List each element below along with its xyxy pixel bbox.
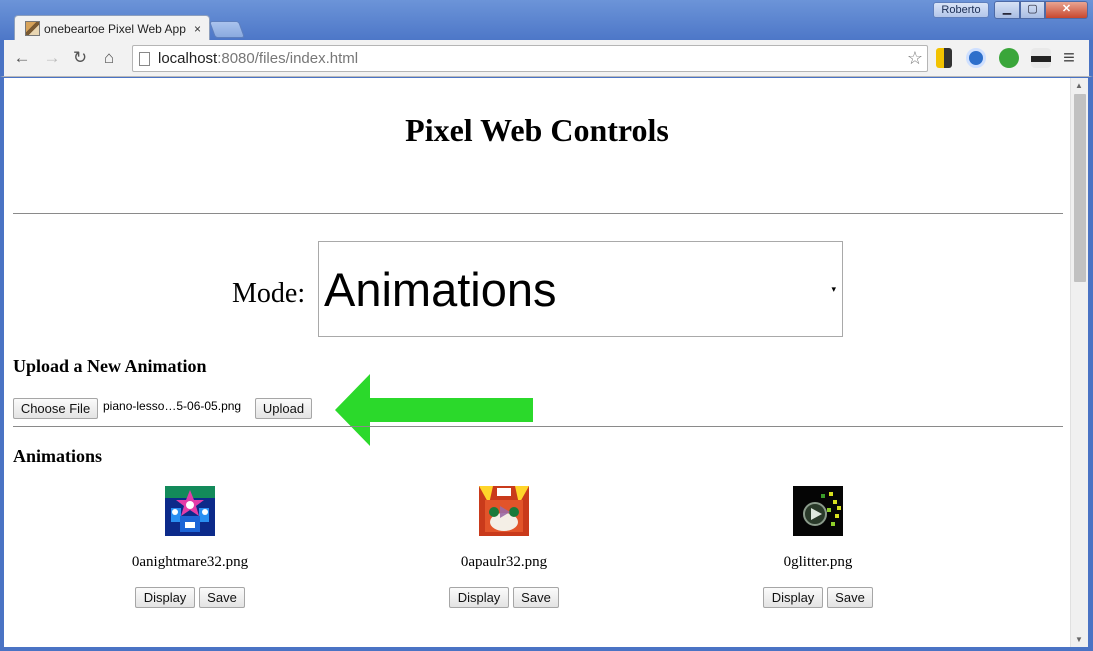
- animation-thumbnail[interactable]: [793, 486, 843, 536]
- pointer-arrow-icon: [335, 374, 533, 446]
- browser-tab[interactable]: onebeartoe Pixel Web App ×: [14, 15, 210, 41]
- page-title: Pixel Web Controls: [405, 112, 669, 148]
- animation-card: 0glitter.png Display Save: [653, 486, 983, 616]
- upload-heading: Upload a New Animation: [13, 356, 207, 376]
- close-window-button[interactable]: ✕: [1045, 1, 1088, 19]
- user-profile-badge[interactable]: Roberto: [933, 2, 989, 18]
- page-icon: [139, 51, 150, 66]
- url-host: localhost: [158, 50, 218, 67]
- menu-icon[interactable]: ≡: [1059, 48, 1079, 68]
- mode-select[interactable]: Animations ▾: [318, 241, 843, 337]
- back-button[interactable]: ←: [12, 48, 32, 68]
- divider: [13, 426, 1063, 427]
- incognito-extension-icon[interactable]: [1031, 48, 1051, 68]
- bookmark-star-icon[interactable]: ☆: [907, 48, 923, 69]
- forward-button[interactable]: →: [42, 48, 62, 68]
- maximize-button[interactable]: ▢: [1020, 1, 1045, 19]
- animation-file-name: 0apaulr32.png: [460, 554, 548, 570]
- tab-title: onebeartoe Pixel Web App: [44, 21, 186, 36]
- upload-button[interactable]: Upload: [255, 398, 312, 419]
- animation-card: 0apaulr32.png Display Save: [339, 486, 669, 616]
- window-frame-bottom: [0, 647, 1093, 651]
- scroll-down-icon[interactable]: ▼: [1075, 635, 1083, 644]
- animation-thumbnail[interactable]: [165, 486, 215, 536]
- reload-button[interactable]: ↻: [70, 48, 90, 68]
- home-button[interactable]: ⌂: [99, 48, 119, 68]
- scroll-up-icon[interactable]: ▲: [1075, 81, 1083, 90]
- page-viewport: Pixel Web Controls Mode: Animations ▾ Up…: [4, 78, 1070, 647]
- url-path: :8080/files/index.html: [217, 50, 359, 67]
- chosen-file-name: piano-lesso…5-06-05.png: [103, 399, 242, 413]
- vertical-scrollbar[interactable]: ▲ ▼: [1070, 78, 1088, 647]
- favicon-icon: [25, 21, 40, 36]
- chevron-down-icon: ▾: [831, 284, 836, 294]
- choose-file-button[interactable]: Choose File: [13, 398, 98, 419]
- mode-label: Mode:: [232, 278, 306, 309]
- scrollbar-thumb[interactable]: [1074, 94, 1086, 282]
- browser-toolbar: ← → ↻ ⌂ localhost:8080/files/index.html …: [0, 40, 1093, 77]
- animation-thumbnail[interactable]: [479, 486, 529, 536]
- save-button[interactable]: Save: [513, 587, 559, 608]
- display-button[interactable]: Display: [135, 587, 195, 608]
- tab-close-icon[interactable]: ×: [194, 22, 201, 36]
- phone-extension-icon[interactable]: [936, 48, 952, 68]
- new-tab-button[interactable]: [208, 21, 246, 38]
- window-titlebar: onebeartoe Pixel Web App × Roberto ▁ ▢ ✕: [0, 0, 1093, 41]
- call-extension-icon[interactable]: [966, 48, 986, 68]
- save-button[interactable]: Save: [827, 587, 873, 608]
- animation-file-name: 0anightmare32.png: [131, 554, 249, 570]
- minimize-button[interactable]: ▁: [994, 1, 1020, 19]
- mode-selected-value: Animations: [324, 262, 557, 316]
- display-button[interactable]: Display: [449, 587, 509, 608]
- animation-card: 0anightmare32.png Display Save: [25, 486, 355, 616]
- hangouts-extension-icon[interactable]: [999, 48, 1019, 68]
- animations-heading: Animations: [13, 446, 103, 466]
- animation-file-name: 0glitter.png: [783, 554, 853, 570]
- arrow-shape: [335, 374, 533, 446]
- display-button[interactable]: Display: [763, 587, 823, 608]
- divider: [13, 213, 1063, 214]
- save-button[interactable]: Save: [199, 587, 245, 608]
- address-bar[interactable]: localhost:8080/files/index.html ☆: [132, 45, 928, 72]
